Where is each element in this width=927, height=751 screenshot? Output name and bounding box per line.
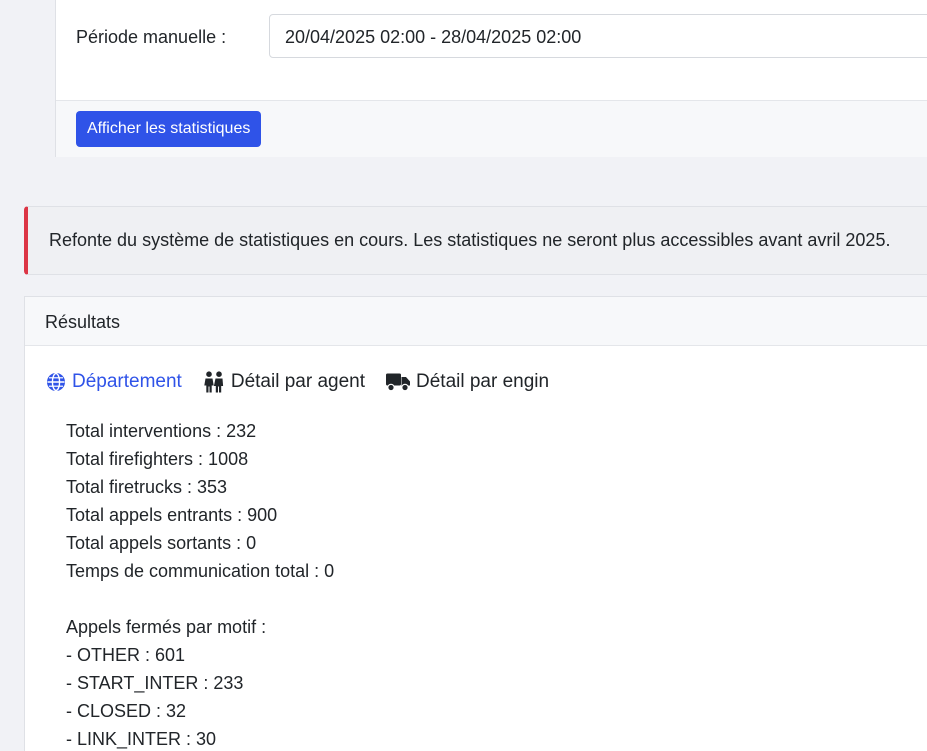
globe-icon [45, 371, 67, 393]
closed-calls-heading: Appels fermés par motif : [66, 617, 267, 637]
stat-total-firefighters: Total firefighters : 1008 [66, 449, 249, 469]
tab-engin[interactable]: Détail par engin [385, 371, 549, 393]
results-header: Résultats [25, 297, 927, 346]
results-card: Résultats Département Détail par agent D… [24, 296, 927, 751]
results-tabs: Département Détail par agent Détail par … [45, 369, 569, 395]
stat-spacer [66, 585, 334, 613]
filter-body: Période manuelle : 20/04/2025 02:00 - 28… [56, 0, 927, 100]
results-title: Résultats [45, 312, 121, 332]
stat-total-outgoing-calls: Total appels sortants : 0 [66, 533, 257, 553]
filter-card: Période manuelle : 20/04/2025 02:00 - 28… [55, 0, 927, 157]
truck-icon [385, 371, 411, 393]
alert-message: Refonte du système de statistiques en co… [49, 230, 891, 250]
closed-reason-item: - OTHER : 601 [66, 645, 186, 665]
tab-engin-label: Détail par engin [416, 371, 550, 392]
closed-reason-item: - START_INTER : 233 [66, 673, 244, 693]
warning-alert: Refonte du système de statistiques en co… [24, 206, 927, 275]
people-icon [202, 371, 226, 393]
filter-footer: Afficher les statistiques [56, 100, 927, 157]
tab-agent[interactable]: Détail par agent [202, 371, 365, 393]
show-statistics-button[interactable]: Afficher les statistiques [76, 111, 262, 147]
tab-departement[interactable]: Département [45, 371, 182, 393]
period-label: Période manuelle : [76, 27, 227, 47]
statistics-page: Période manuelle : 20/04/2025 02:00 - 28… [0, 0, 927, 751]
stat-total-interventions: Total interventions : 232 [66, 421, 257, 441]
tab-departement-label: Département [72, 371, 182, 392]
stat-total-communication-time: Temps de communication total : 0 [66, 561, 335, 581]
period-input[interactable]: 20/04/2025 02:00 - 28/04/2025 02:00 [269, 14, 927, 58]
closed-reason-item: - LINK_INTER : 30 [66, 729, 217, 749]
stat-total-firetrucks: Total firetrucks : 353 [66, 477, 228, 497]
stats-list: Total interventions : 232 Total firefigh… [66, 417, 334, 751]
stat-total-incoming-calls: Total appels entrants : 900 [66, 505, 278, 525]
tab-agent-label: Détail par agent [230, 371, 365, 392]
closed-reason-item: - CLOSED : 32 [66, 701, 187, 721]
